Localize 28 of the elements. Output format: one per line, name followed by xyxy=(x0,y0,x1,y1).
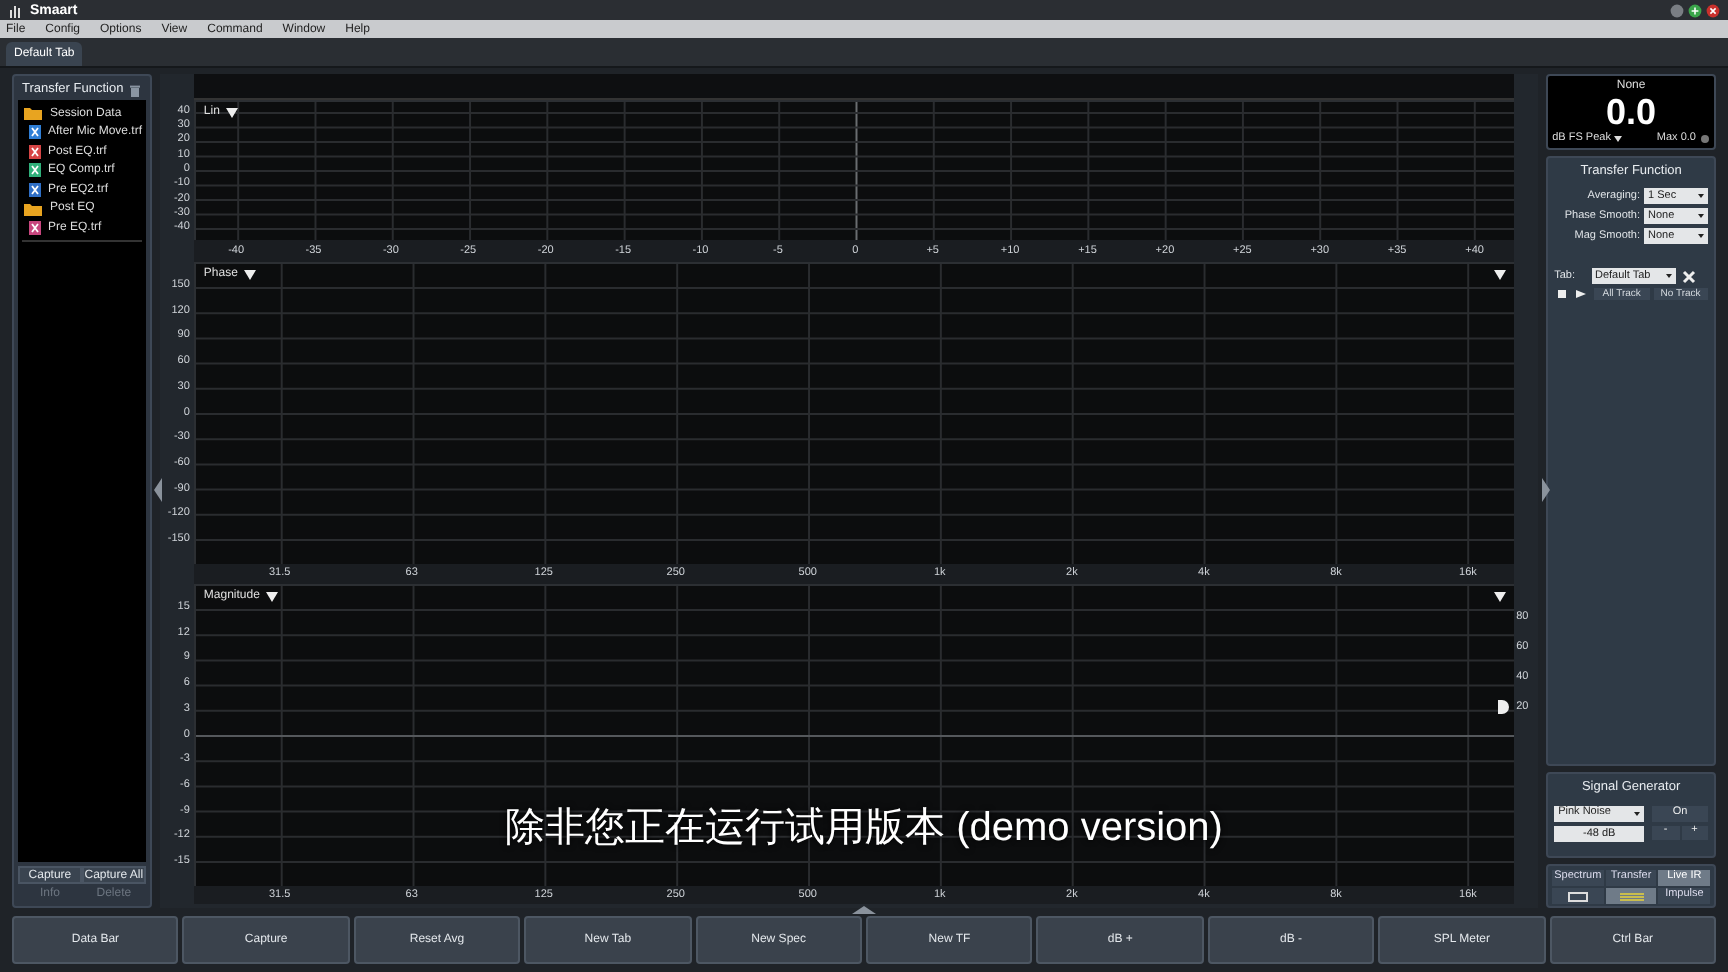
stop-icon xyxy=(1557,290,1566,299)
caret-icon xyxy=(1698,214,1704,219)
play-button[interactable] xyxy=(1572,288,1591,301)
lines-icon xyxy=(1619,891,1644,901)
indicator-icon xyxy=(1700,134,1710,145)
dropdown-icon xyxy=(225,107,238,117)
folder-icon xyxy=(24,201,42,216)
caret-icon xyxy=(1698,194,1704,199)
caret-icon xyxy=(1698,234,1704,239)
caret-icon xyxy=(1634,811,1641,816)
app-icon xyxy=(8,3,22,17)
play-icon xyxy=(1576,290,1587,299)
dropdown-icon xyxy=(265,591,278,601)
rectangle-icon xyxy=(1567,891,1588,901)
meter-value: 0.0 xyxy=(1606,94,1657,130)
folder-icon xyxy=(24,106,42,121)
view-button[interactable] xyxy=(1605,888,1657,904)
caret-icon xyxy=(1614,136,1623,143)
handle-icon xyxy=(1498,700,1511,714)
stop-button[interactable] xyxy=(1554,288,1569,301)
close-icon xyxy=(1706,3,1720,17)
subtitle-caption: 除非您正在运行试用版本 (demo version) xyxy=(505,808,1223,848)
maximize-icon xyxy=(1688,3,1702,17)
dropdown-icon xyxy=(243,269,256,279)
trash-icon xyxy=(127,83,142,97)
caret-icon xyxy=(1665,274,1671,279)
minimize-icon xyxy=(1670,3,1684,17)
view-button[interactable] xyxy=(1552,888,1604,904)
